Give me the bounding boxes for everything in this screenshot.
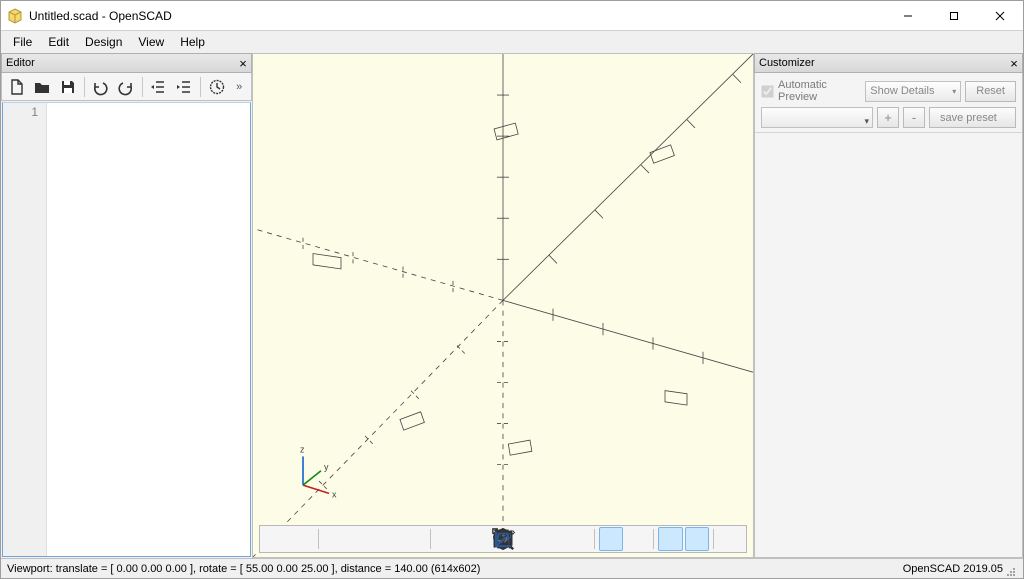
svg-text:x: x bbox=[332, 489, 337, 499]
customizer-title: Customizer bbox=[759, 57, 815, 69]
save-preset-button[interactable]: save preset bbox=[929, 107, 1016, 128]
add-preset-button[interactable]: + bbox=[877, 107, 899, 128]
status-viewport-info: Viewport: translate = [ 0.00 0.00 0.00 ]… bbox=[7, 563, 480, 575]
maximize-button[interactable] bbox=[931, 1, 977, 30]
editor-title: Editor bbox=[6, 57, 35, 69]
close-button[interactable] bbox=[977, 1, 1023, 30]
code-area[interactable] bbox=[47, 103, 250, 556]
editor-close-icon[interactable]: × bbox=[235, 57, 251, 70]
line-gutter: 1 bbox=[3, 103, 47, 556]
menubar: File Edit Design View Help bbox=[1, 31, 1023, 53]
preset-select[interactable]: ▾ bbox=[761, 107, 873, 128]
redo-icon[interactable] bbox=[115, 76, 137, 98]
customizer-panel: Customizer × Automatic Preview Show Deta… bbox=[754, 53, 1023, 558]
remove-preset-button[interactable]: - bbox=[903, 107, 925, 128]
auto-preview-label: Automatic Preview bbox=[778, 79, 861, 103]
open-file-icon[interactable] bbox=[32, 76, 54, 98]
app-icon bbox=[7, 8, 23, 24]
status-version: OpenSCAD 2019.05 bbox=[903, 563, 1003, 575]
render-icon[interactable] bbox=[206, 76, 228, 98]
indent-icon[interactable] bbox=[173, 76, 195, 98]
menu-file[interactable]: File bbox=[5, 33, 40, 51]
svg-text:z: z bbox=[300, 444, 305, 454]
editor-header: Editor × bbox=[1, 53, 252, 73]
svg-text:y: y bbox=[324, 462, 329, 472]
window-title: Untitled.scad - OpenSCAD bbox=[29, 9, 885, 23]
show-details-select[interactable]: Show Details ▾ bbox=[865, 81, 961, 102]
customizer-body: Automatic Preview Show Details ▾ Reset ▾… bbox=[754, 73, 1023, 558]
auto-preview-checkbox[interactable] bbox=[761, 85, 773, 97]
separator bbox=[142, 77, 143, 97]
menu-view[interactable]: View bbox=[130, 33, 172, 51]
separator bbox=[200, 77, 201, 97]
titlebar: Untitled.scad - OpenSCAD bbox=[1, 1, 1023, 31]
undo-icon[interactable] bbox=[90, 76, 112, 98]
editor-body: 1 bbox=[2, 102, 251, 557]
reset-button[interactable]: Reset bbox=[965, 81, 1016, 102]
menu-help[interactable]: Help bbox=[172, 33, 213, 51]
customizer-close-icon[interactable]: × bbox=[1006, 57, 1022, 70]
show-crosshairs-icon[interactable] bbox=[718, 527, 742, 551]
resize-grip-icon[interactable] bbox=[1003, 564, 1017, 578]
new-file-icon[interactable] bbox=[6, 76, 28, 98]
show-details-label: Show Details bbox=[870, 85, 934, 97]
viewport-axes: z y x bbox=[253, 54, 753, 557]
viewport[interactable]: z y x » bbox=[252, 53, 754, 558]
viewport-toolbar: » 10 bbox=[259, 525, 747, 553]
editor-toolbar: » bbox=[1, 73, 252, 101]
minimize-button[interactable] bbox=[885, 1, 931, 30]
line-number: 1 bbox=[3, 105, 38, 119]
divider bbox=[755, 132, 1022, 133]
editor-panel: Editor × » 1 bbox=[1, 53, 252, 558]
menu-edit[interactable]: Edit bbox=[40, 33, 77, 51]
customizer-header: Customizer × bbox=[754, 53, 1023, 73]
unindent-icon[interactable] bbox=[148, 76, 170, 98]
toolbar-overflow-icon[interactable]: » bbox=[231, 81, 247, 93]
menu-design[interactable]: Design bbox=[77, 33, 130, 51]
save-file-icon[interactable] bbox=[57, 76, 79, 98]
statusbar: Viewport: translate = [ 0.00 0.00 0.00 ]… bbox=[1, 558, 1023, 578]
separator bbox=[84, 77, 85, 97]
